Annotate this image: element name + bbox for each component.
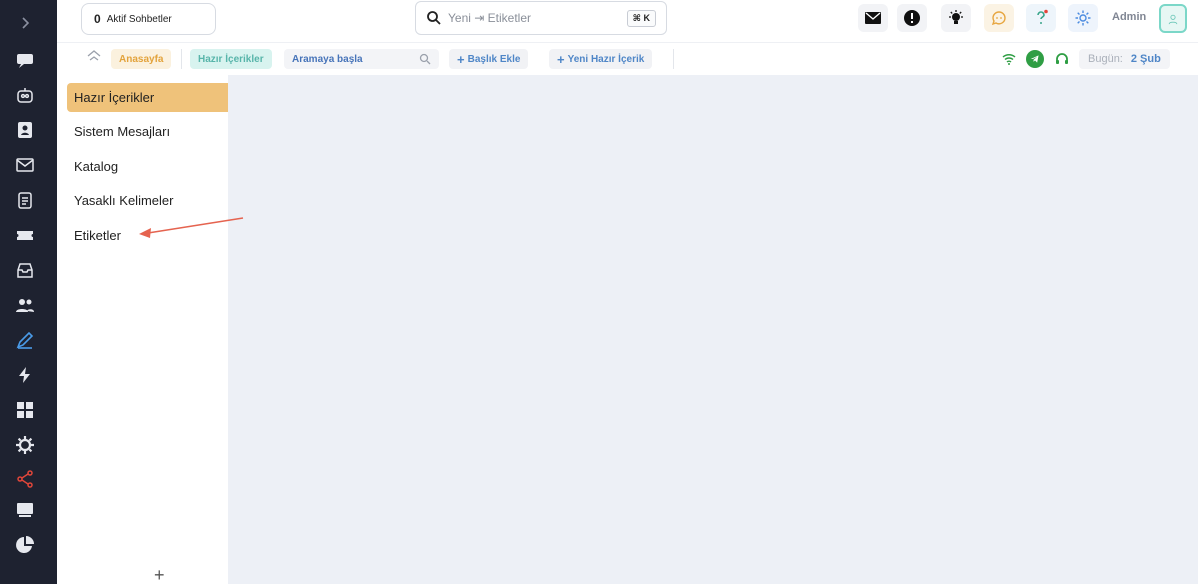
grid-icon[interactable] [14, 399, 36, 421]
chat-bubble-icon [990, 9, 1008, 27]
users-icon[interactable] [14, 294, 36, 316]
envelope-icon [864, 9, 882, 27]
menu-item-sistem-mesajlari[interactable]: Sistem Mesajları [67, 117, 228, 146]
bot-icon[interactable] [14, 84, 36, 106]
settings-gear-icon[interactable] [14, 434, 36, 456]
content-search-placeholder: Aramaya başla [292, 54, 363, 65]
mail-button[interactable] [858, 4, 888, 32]
content-menu: Hazır İçerikler Sistem Mesajları Katalog… [57, 75, 228, 584]
today-value: 2 Şub [1131, 53, 1161, 65]
expand-icon[interactable] [14, 12, 36, 34]
inbox-icon[interactable] [14, 259, 36, 281]
add-title-button[interactable]: + Başlık Ekle [449, 49, 528, 69]
gear-icon [1074, 9, 1092, 27]
search-placeholder: Yeni ⇥ Etiketler [448, 11, 531, 25]
theme-button[interactable] [941, 4, 971, 32]
active-chats-label: Aktif Sohbetler [107, 14, 172, 25]
shortcut-badge: ⌘ K [627, 10, 656, 27]
active-chats-count: 0 [94, 12, 101, 26]
new-content-button[interactable]: + Yeni Hazır İçerik [549, 49, 652, 69]
pen-icon[interactable] [14, 329, 36, 351]
wifi-status[interactable] [1000, 50, 1018, 68]
content-area [228, 75, 1198, 584]
search-icon [419, 53, 431, 65]
chevron-up-icon[interactable] [85, 47, 103, 63]
user-name[interactable]: Admin [1112, 11, 1146, 23]
new-content-label: Yeni Hazır İçerik [568, 54, 645, 65]
share-icon[interactable] [14, 468, 36, 490]
plus-icon: + [457, 52, 465, 67]
active-chats-chip[interactable]: 0 Aktif Sohbetler [81, 3, 216, 35]
user-icon [1167, 13, 1179, 25]
settings-button[interactable] [1068, 4, 1098, 32]
help-button[interactable] [1026, 4, 1056, 32]
add-title-label: Başlık Ekle [468, 54, 521, 65]
telegram-status[interactable] [1026, 50, 1044, 68]
chat-icon[interactable] [14, 49, 36, 71]
menu-item-yasakli-kelimeler[interactable]: Yasaklı Kelimeler [67, 186, 228, 215]
breadcrumb-home[interactable]: Anasayfa [111, 49, 171, 69]
plus-icon: + [557, 52, 565, 67]
alert-icon [903, 9, 921, 27]
question-icon [1032, 9, 1050, 27]
alert-button[interactable] [897, 4, 927, 32]
headset-icon [1055, 52, 1069, 66]
content-search-input[interactable]: Aramaya başla [284, 49, 439, 69]
clipboard-icon[interactable] [14, 189, 36, 211]
menu-item-katalog[interactable]: Katalog [67, 152, 228, 181]
mail-icon[interactable] [14, 154, 36, 176]
today-label: Bugün: [1088, 53, 1123, 65]
divider [673, 49, 674, 69]
ticket-icon[interactable] [14, 224, 36, 246]
lightning-icon[interactable] [14, 364, 36, 386]
today-date: Bugün: 2 Şub [1079, 49, 1170, 69]
contact-icon[interactable] [14, 119, 36, 141]
pie-chart-icon[interactable] [14, 534, 36, 556]
bulb-icon [947, 9, 965, 27]
telegram-icon [1030, 54, 1040, 64]
top-bar: 0 Aktif Sohbetler Yeni ⇥ Etiketler ⌘ K A… [57, 0, 1198, 43]
divider [181, 49, 182, 69]
side-rail [0, 0, 57, 584]
avatar[interactable] [1159, 4, 1187, 33]
integration-status[interactable] [1053, 50, 1071, 68]
menu-item-hazir-icerikler[interactable]: Hazır İçerikler [67, 83, 228, 112]
search-icon [426, 10, 442, 26]
global-search[interactable]: Yeni ⇥ Etiketler ⌘ K [415, 1, 667, 35]
menu-item-etiketler[interactable]: Etiketler [67, 221, 228, 250]
add-menu-item-button[interactable]: + [154, 565, 165, 586]
wifi-icon [1002, 52, 1016, 66]
chat-support-button[interactable] [984, 4, 1014, 32]
monitor-icon[interactable] [14, 499, 36, 521]
breadcrumb-current[interactable]: Hazır İçerikler [190, 49, 272, 69]
breadcrumb-bar: Anasayfa Hazır İçerikler Aramaya başla +… [57, 43, 1198, 75]
